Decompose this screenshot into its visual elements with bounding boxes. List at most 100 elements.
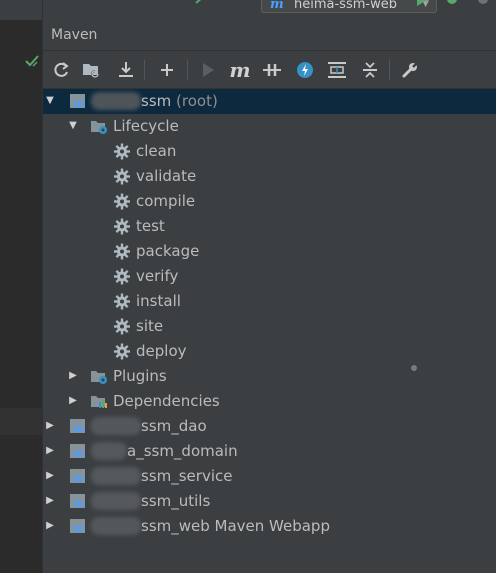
dependencies-folder-icon [91,396,107,408]
collapsed-arrow-icon[interactable]: ▶ [44,470,56,481]
tree-row-module[interactable]: ▶ m ssm_dao [43,414,496,439]
goal-label: install [136,292,181,310]
tree-row-dependencies[interactable]: ▶ Dependencies [43,389,496,414]
add-project-icon[interactable] [156,59,178,81]
toolbar-separator [187,60,188,80]
tree-row-lifecycle[interactable]: ▼ Lifecycle [43,114,496,139]
svg-text:m: m [73,97,85,110]
tree-row-module[interactable]: ▶ m ssm_web Maven Webapp [43,514,496,539]
maven-module-icon: m [70,469,85,485]
gear-icon [113,268,131,285]
redacted-text [91,467,141,485]
maven-module-icon: m [70,494,85,510]
tree-label-plugins: Plugins [113,367,167,385]
back-arrow-icon[interactable] [193,0,207,9]
gear-icon [113,143,131,160]
scroll-indicator[interactable] [411,365,417,371]
tree-row-goal[interactable]: verify [43,264,496,289]
goal-label: site [136,317,164,335]
maven-module-icon: m [70,519,85,535]
run-configuration-label: heima-ssm-web [294,0,397,12]
run-toolbar: m heima-ssm-web ▼ [43,0,496,20]
gear-icon [113,343,131,360]
goal-label: verify [136,267,179,285]
expanded-arrow-icon[interactable]: ▼ [44,95,56,106]
run-configuration-select[interactable]: m heima-ssm-web ▼ [261,0,437,13]
tree-row-root-project[interactable]: ▼ m ssm (root) [43,89,496,114]
tree-row-goal[interactable]: validate [43,164,496,189]
tree-row-module[interactable]: ▶ m ssm_service [43,464,496,489]
project-name: ssm (root) [141,92,218,110]
tree-row-module[interactable]: ▶ m ssm_utils [43,489,496,514]
goal-label: compile [136,192,196,210]
expanded-arrow-icon[interactable]: ▼ [67,120,79,131]
module-name: a_ssm_domain [127,442,238,460]
run-icon[interactable] [415,0,429,8]
maven-projects-tree: ▼ m ssm (root) ▼ Lifecycle clean validat… [43,89,496,573]
tree-row-goal[interactable]: clean [43,139,496,164]
module-name: ssm_utils [141,492,211,510]
gear-icon [113,318,131,335]
collapsed-arrow-icon[interactable]: ▶ [44,420,56,431]
toolbar-separator [389,60,390,80]
module-name: ssm_dao [141,417,207,435]
module-name: ssm_web Maven Webapp [141,517,330,535]
tree-row-goal[interactable]: package [43,239,496,264]
goal-label: validate [136,167,197,185]
tool-window-header: Maven [43,20,496,50]
maven-toolbar: m [43,50,496,89]
lifecycle-folder-icon [91,121,107,134]
tree-label-lifecycle: Lifecycle [113,117,179,135]
reimport-icon[interactable] [50,59,72,81]
goal-label: deploy [136,342,187,360]
redacted-text [91,417,141,435]
tree-row-goal[interactable]: compile [43,189,496,214]
settings-wrench-icon[interactable] [399,59,421,81]
collapsed-arrow-icon[interactable]: ▶ [44,445,56,456]
collapsed-arrow-icon[interactable]: ▶ [67,370,79,381]
tree-row-goal[interactable]: site [43,314,496,339]
redacted-text [91,517,141,535]
collapse-all-icon[interactable] [359,59,381,81]
coverage-icon[interactable] [475,0,491,8]
run-icon[interactable] [197,59,219,81]
show-dependencies-icon[interactable] [326,59,348,81]
editor-gutter [0,0,43,573]
debug-icon[interactable] [444,0,460,8]
editor-current-line [0,408,43,435]
tree-row-module[interactable]: ▶ m a_ssm_domain [43,439,496,464]
tree-row-goal[interactable]: deploy [43,339,496,364]
svg-text:m: m [73,472,85,485]
maven-module-icon: m [70,94,85,110]
inspection-ok-icon [25,55,39,67]
gear-icon [113,193,131,210]
svg-text:m: m [73,447,85,460]
collapsed-arrow-icon[interactable]: ▶ [44,520,56,531]
collapsed-arrow-icon[interactable]: ▶ [67,395,79,406]
generate-sources-icon[interactable] [81,59,103,81]
module-name: ssm_service [141,467,233,485]
tree-row-plugins[interactable]: ▶ Plugins [43,364,496,389]
tree-row-goal[interactable]: test [43,214,496,239]
download-icon[interactable] [115,59,137,81]
editor-tab-strip [0,0,43,20]
tree-label-dependencies: Dependencies [113,392,220,410]
collapsed-arrow-icon[interactable]: ▶ [44,495,56,506]
maven-module-icon: m [70,419,85,435]
gear-icon [113,243,131,260]
svg-text:m: m [73,422,85,435]
maven-m-icon: m [270,0,284,12]
gear-icon [113,168,131,185]
goal-label: package [136,242,200,260]
svg-text:m: m [73,522,85,535]
maven-module-icon: m [70,444,85,460]
toggle-offline-icon[interactable] [261,59,283,81]
tree-row-goal[interactable]: install [43,289,496,314]
redacted-text [91,442,127,460]
execute-goal-icon[interactable]: m [229,58,251,82]
redacted-text [91,92,141,110]
toolbar-separator [144,60,145,80]
skip-tests-icon[interactable] [294,59,316,81]
plugins-folder-icon [91,371,107,384]
goal-label: clean [136,142,177,160]
